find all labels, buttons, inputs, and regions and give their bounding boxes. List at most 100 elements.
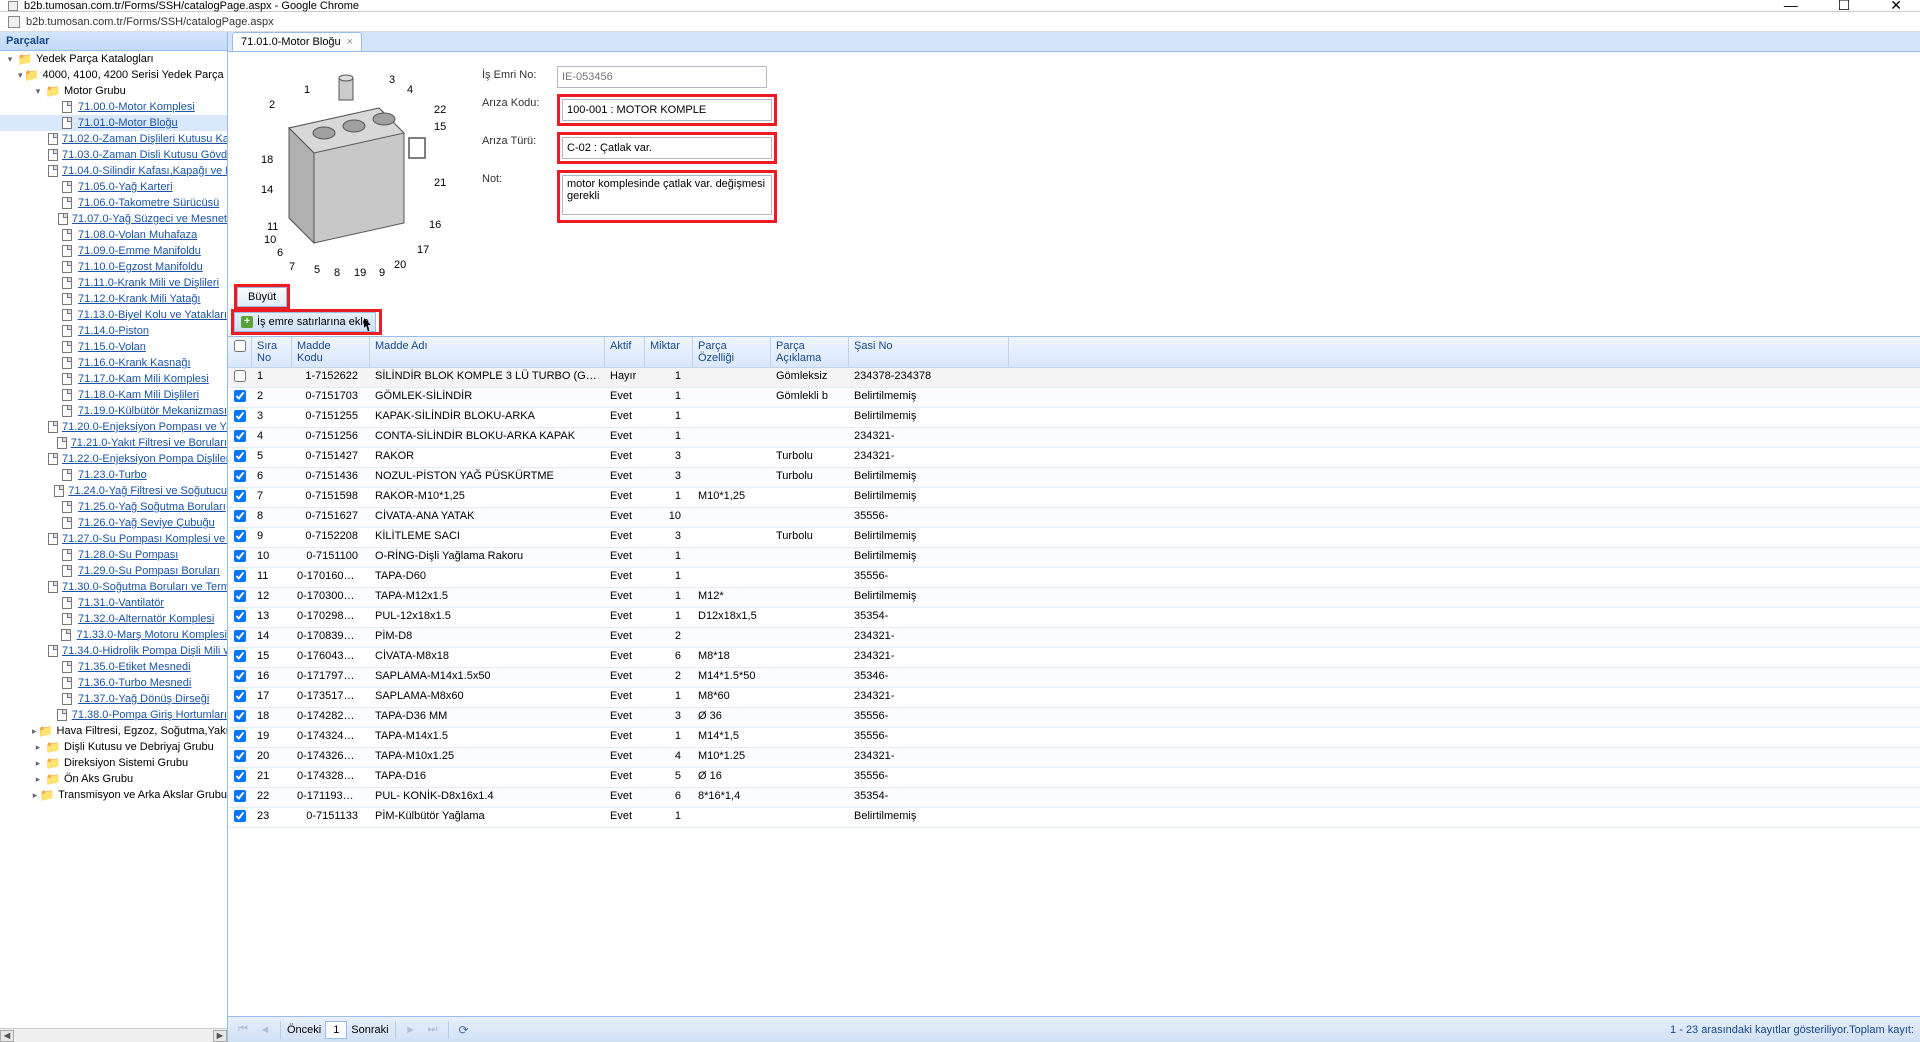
first-page-icon[interactable]: ⏮ — [234, 1021, 252, 1039]
tree-leaf[interactable]: 71.13.0-Biyel Kolu ve Yatakları — [0, 307, 227, 323]
row-checkbox[interactable] — [234, 810, 246, 822]
maximize-button[interactable]: ☐ — [1828, 0, 1861, 14]
row-checkbox[interactable] — [234, 590, 246, 602]
row-checkbox[interactable] — [234, 750, 246, 762]
tree-leaf[interactable]: 71.25.0-Yağ Soğutma Boruları — [0, 499, 227, 515]
col-adi[interactable]: Madde Adı — [370, 337, 605, 367]
table-row[interactable]: 100-7151100O-RİNG-Dişli Yağlama RakoruEv… — [228, 548, 1920, 568]
table-row[interactable]: 160-171797720SAPLAMA-M14x1.5x50Evet2M14*… — [228, 668, 1920, 688]
tree-folder[interactable]: ▸📁Direksiyon Sistemi Grubu — [0, 755, 227, 771]
row-checkbox[interactable] — [234, 370, 246, 382]
row-checkbox[interactable] — [234, 410, 246, 422]
expand-icon[interactable]: ▸ — [32, 725, 37, 737]
tree-leaf[interactable]: 71.35.0-Etiket Mesnedi — [0, 659, 227, 675]
tree-leaf[interactable]: 71.30.0-Soğutma Boruları ve Termostat — [0, 579, 227, 595]
tree-leaf[interactable]: 71.18.0-Kam Mili Dişlileri — [0, 387, 227, 403]
tree-leaf[interactable]: 71.36.0-Turbo Mesnedi — [0, 675, 227, 691]
tree-leaf[interactable]: 71.06.0-Takometre Sürücüsü — [0, 195, 227, 211]
ariza-kodu-input[interactable] — [562, 99, 772, 121]
tree-leaf[interactable]: 71.00.0-Motor Komplesi — [0, 99, 227, 115]
parts-grid[interactable]: Sıra No Madde Kodu Madde Adı Aktif Mikta… — [228, 336, 1920, 1016]
tree-leaf[interactable]: 71.24.0-Yağ Filtresi ve Soğutucu — [0, 483, 227, 499]
col-ozellik[interactable]: Parça Özelliği — [693, 337, 771, 367]
close-button[interactable]: ✕ — [1880, 0, 1912, 14]
col-madde[interactable]: Madde Kodu — [292, 337, 370, 367]
tree-leaf[interactable]: 71.15.0-Volan — [0, 339, 227, 355]
table-row[interactable]: 30-7151255KAPAK-SİLİNDİR BLOKU-ARKAEvet1… — [228, 408, 1920, 428]
last-page-icon[interactable]: ⏭ — [424, 1021, 442, 1039]
table-row[interactable]: 220-171193879PUL- KONİK-D8x16x1.4Evet68*… — [228, 788, 1920, 808]
tree-leaf[interactable]: 71.29.0-Su Pompası Boruları — [0, 563, 227, 579]
collapse-icon[interactable]: ▾ — [18, 69, 23, 81]
expand-icon[interactable]: ▸ — [32, 741, 44, 753]
tab-motor-blogu[interactable]: 71.01.0-Motor Bloğu × — [232, 32, 362, 51]
expand-icon[interactable]: ▸ — [32, 789, 38, 801]
expand-icon[interactable]: ▸ — [32, 757, 44, 769]
tree-leaf[interactable]: 71.27.0-Su Pompası Komplesi ve Motor B — [0, 531, 227, 547]
prev-page-icon[interactable]: ◄ — [256, 1021, 274, 1039]
row-checkbox[interactable] — [234, 490, 246, 502]
tree-leaf[interactable]: 71.33.0-Marş Motoru Komplesi — [0, 627, 227, 643]
add-line-button[interactable]: + İş emre satırlarına ekle — [234, 312, 376, 332]
table-row[interactable]: 120-170300571TAPA-M12x1.5Evet1M12*Belirt… — [228, 588, 1920, 608]
table-row[interactable]: 210-174328501TAPA-D16Evet5Ø 1635556- — [228, 768, 1920, 788]
col-sasi[interactable]: Şasi No — [849, 337, 1009, 367]
tab-close-icon[interactable]: × — [347, 36, 353, 48]
is-emri-input[interactable] — [557, 66, 767, 88]
ariza-turu-input[interactable] — [562, 137, 772, 159]
tree-leaf[interactable]: 71.11.0-Krank Mili ve Dişlileri — [0, 275, 227, 291]
tree-leaf[interactable]: 71.16.0-Krank Kasnağı — [0, 355, 227, 371]
col-sira[interactable]: Sıra No — [252, 337, 292, 367]
col-aktif[interactable]: Aktif — [605, 337, 645, 367]
part-diagram[interactable]: 2 1 3 4 22 15 18 14 21 16 17 20 19 9 — [234, 58, 454, 278]
page-input[interactable] — [325, 1021, 347, 1039]
row-checkbox[interactable] — [234, 690, 246, 702]
tree-leaf[interactable]: 71.09.0-Emme Manifoldu — [0, 243, 227, 259]
h-scrollbar[interactable]: ◄ ► — [0, 1028, 227, 1042]
row-checkbox[interactable] — [234, 650, 246, 662]
row-checkbox[interactable] — [234, 630, 246, 642]
refresh-icon[interactable]: ⟳ — [455, 1021, 473, 1039]
table-row[interactable]: 170-173517821SAPLAMA-M8x60Evet1M8*602343… — [228, 688, 1920, 708]
tree-leaf[interactable]: 71.37.0-Yağ Dönüş Dirseği — [0, 691, 227, 707]
catalog-tree[interactable]: ▾📁Yedek Parça Katalogları▾📁4000, 4100, 4… — [0, 51, 227, 1028]
tree-leaf[interactable]: 71.26.0-Yağ Seviye Çubuğu — [0, 515, 227, 531]
tree-folder[interactable]: ▾📁4000, 4100, 4200 Serisi Yedek Parça Ka… — [0, 67, 227, 83]
row-checkbox[interactable] — [234, 530, 246, 542]
tree-leaf[interactable]: 71.31.0-Vantilatör — [0, 595, 227, 611]
tree-folder[interactable]: ▸📁Dişli Kutusu ve Debriyaj Grubu — [0, 739, 227, 755]
tree-leaf[interactable]: 71.38.0-Pompa Giriş Hortumları — [0, 707, 227, 723]
table-row[interactable]: 150-176043321CİVATA-M8x18Evet6M8*1823432… — [228, 648, 1920, 668]
table-row[interactable]: 60-7151436NOZUL-PİSTON YAĞ PÜSKÜRTMEEvet… — [228, 468, 1920, 488]
expand-icon[interactable]: ▸ — [32, 773, 44, 785]
tree-leaf[interactable]: 71.17.0-Kam Mili Komplesi — [0, 371, 227, 387]
select-all-checkbox[interactable] — [234, 340, 246, 352]
scroll-right-icon[interactable]: ► — [213, 1030, 227, 1042]
scroll-left-icon[interactable]: ◄ — [0, 1030, 14, 1042]
tree-leaf[interactable]: 71.28.0-Su Pompası — [0, 547, 227, 563]
col-miktar[interactable]: Miktar — [645, 337, 693, 367]
tree-leaf[interactable]: 71.34.0-Hidrolik Pompa Dişli Mili ve Mes… — [0, 643, 227, 659]
tree-folder[interactable]: ▾📁Yedek Parça Katalogları — [0, 51, 227, 67]
row-checkbox[interactable] — [234, 470, 246, 482]
tree-folder[interactable]: ▾📁Motor Grubu — [0, 83, 227, 99]
row-checkbox[interactable] — [234, 710, 246, 722]
col-aciklama[interactable]: Parça Açıklama — [771, 337, 849, 367]
tree-leaf[interactable]: 71.12.0-Krank Mili Yatağı — [0, 291, 227, 307]
table-row[interactable]: 190-174324911TAPA-M14x1.5Evet1M14*1,5355… — [228, 728, 1920, 748]
table-row[interactable]: 90-7152208KİLİTLEME SACIEvet3TurboluBeli… — [228, 528, 1920, 548]
table-row[interactable]: 130-170298460PUL-12x18x1.5Evet1D12x18x1,… — [228, 608, 1920, 628]
table-row[interactable]: 140-170839610PİM-D8Evet2234321- — [228, 628, 1920, 648]
row-checkbox[interactable] — [234, 730, 246, 742]
tree-leaf[interactable]: 71.07.0-Yağ Süzgeci ve Mesnet — [0, 211, 227, 227]
tree-leaf[interactable]: 71.20.0-Enjeksiyon Pompası ve Yakıt Bor — [0, 419, 227, 435]
row-checkbox[interactable] — [234, 450, 246, 462]
table-row[interactable]: 80-7151627CİVATA-ANA YATAKEvet1035556- — [228, 508, 1920, 528]
tree-leaf[interactable]: 71.23.0-Turbo — [0, 467, 227, 483]
tree-leaf[interactable]: 71.14.0-Piston — [0, 323, 227, 339]
tree-leaf[interactable]: 71.10.0-Egzost Manifoldu — [0, 259, 227, 275]
collapse-icon[interactable]: ▾ — [32, 85, 44, 97]
tree-leaf[interactable]: 71.05.0-Yağ Karteri — [0, 179, 227, 195]
tree-leaf[interactable]: 71.01.0-Motor Bloğu — [0, 115, 227, 131]
tree-folder[interactable]: ▸📁Hava Filtresi, Egzoz, Soğutma,Yakıt Gr… — [0, 723, 227, 739]
